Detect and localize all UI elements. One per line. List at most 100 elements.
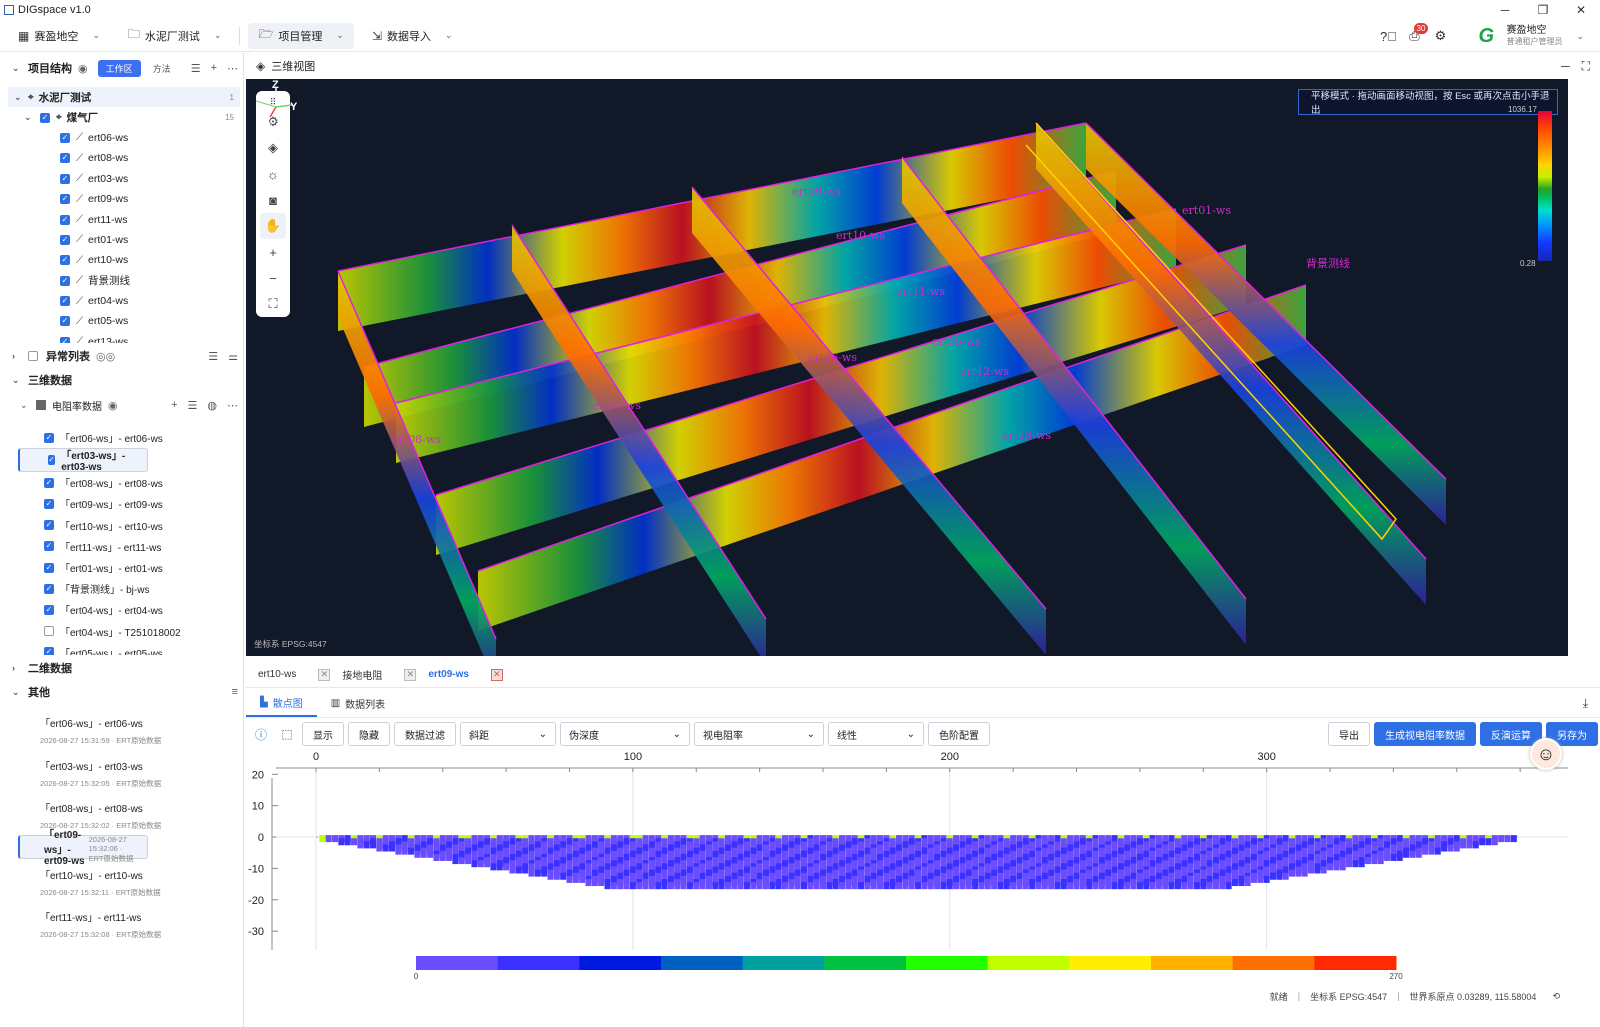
history-item[interactable]: 「ert11-ws」- ert11-ws 2026-08-27 15:32:08 …	[14, 901, 242, 944]
tree-line-item[interactable]: ✓ ⟋ ert10-ws	[8, 250, 240, 270]
tree-line-item[interactable]: ✓ ⟋ ert05-ws	[8, 311, 240, 331]
export-button[interactable]: 导出	[1328, 722, 1370, 746]
resistivity-header[interactable]: ⌄ 电阻率数据 ◉ + ☰ ◍ ⋯	[8, 393, 243, 417]
notification-icon[interactable]: ⎙ 30	[1402, 23, 1429, 48]
line-checkbox[interactable]: ✓	[60, 275, 70, 286]
filter-list-icon[interactable]: ☰	[188, 399, 198, 412]
tab-workspace[interactable]: 工作区	[97, 59, 141, 77]
line-checkbox[interactable]: ✓	[60, 194, 70, 205]
item-checkbox[interactable]: ✓	[44, 498, 54, 509]
3d-scene[interactable]	[246, 79, 1568, 656]
chevron-down-icon[interactable]: ⌄	[12, 687, 22, 698]
inversion-button[interactable]: 反演运算	[1480, 722, 1542, 746]
menu-icon[interactable]: ≡	[232, 686, 238, 698]
download-icon[interactable]: ⤓	[1583, 696, 1588, 711]
minimize-icon[interactable]: ─	[1561, 59, 1570, 74]
chevron-right-icon[interactable]: ›	[12, 663, 22, 673]
tree-line-item[interactable]: ✓ ⟋ ert03-ws	[8, 169, 240, 189]
doc-tab[interactable]: ert09-ws ✕	[428, 668, 503, 681]
anomaly-checkbox[interactable]	[28, 351, 38, 361]
zoom-in-icon[interactable]: +	[260, 239, 286, 265]
menu-project[interactable]: 🗀 水泥厂测试 ⌄	[118, 23, 232, 49]
tree-line-item[interactable]: ✓ ⟋ ert13-ws	[8, 332, 240, 343]
tab-scatter[interactable]: ▙ 散点图	[246, 689, 317, 717]
line-checkbox[interactable]: ✓	[60, 173, 70, 184]
item-checkbox[interactable]: ✓	[44, 541, 54, 552]
value-select[interactable]: 视电阻率 ⌄	[694, 722, 824, 746]
line-checkbox[interactable]: ✓	[60, 255, 70, 266]
menu-data-import[interactable]: ⇲ 数据导入 ⌄	[362, 23, 463, 49]
add-icon[interactable]: +	[171, 399, 177, 412]
line-checkbox[interactable]: ✓	[60, 132, 70, 143]
layers-eye-icon[interactable]: ◎◎	[96, 350, 115, 363]
pseudosection-svg[interactable]: 0 100 200 30020100-10-20-300 270	[246, 750, 1568, 986]
history-item[interactable]: 「ert03-ws」- ert03-ws 2026-08-27 15:32:05 …	[14, 750, 242, 793]
close-icon[interactable]: ✕	[318, 668, 331, 681]
line-checkbox[interactable]: ✓	[60, 153, 70, 164]
item-checkbox[interactable]: ✓	[44, 583, 54, 594]
select-box-icon[interactable]: ⬚	[276, 727, 298, 741]
resistivity-checkbox[interactable]	[36, 400, 46, 410]
item-checkbox[interactable]: ✓	[44, 432, 54, 443]
menu-company[interactable]: ▦ 赛盈地空 ⌄	[8, 23, 110, 49]
pseudosection-plot[interactable]: 0 100 200 300 20 10 0 -10 -20 -30 0 270	[246, 750, 1568, 986]
history-item[interactable]: 「ert09-ws」- ert09-ws 2026-08-27 15:32:06 …	[18, 830, 148, 867]
menu-project-management[interactable]: 🗁 项目管理 ⌄	[248, 22, 354, 49]
anomaly-list-header[interactable]: › 异常列表 ◎◎ ☰ ⚌	[0, 344, 243, 368]
resistivity-item[interactable]: ✓ 「ert05-ws」- ert05-ws	[14, 642, 236, 655]
site-checkbox[interactable]: ✓	[40, 112, 50, 123]
doc-tab[interactable]: ert10-ws ✕	[258, 668, 331, 681]
fit-view-icon[interactable]: ⛶	[260, 291, 286, 317]
tree-line-item[interactable]: ✓ ⟋ ert06-ws	[8, 128, 240, 148]
fullscreen-icon[interactable]: ⛶	[1582, 59, 1590, 74]
tree-line-item[interactable]: ✓ ⟋ 背景测线	[8, 271, 240, 291]
more-icon[interactable]: ⋯	[227, 62, 238, 75]
hide-button[interactable]: 隐藏	[348, 722, 390, 746]
line-checkbox[interactable]: ✓	[60, 234, 70, 245]
project-structure-header[interactable]: ⌄ 项目结构 ◉ 工作区 方法 ☰ + ⋯	[0, 56, 243, 80]
tree-line-item[interactable]: ✓ ⟋ ert09-ws	[8, 189, 240, 209]
line-checkbox[interactable]: ✓	[60, 336, 70, 343]
scale-select[interactable]: 线性 ⌄	[828, 722, 924, 746]
tree-line-item[interactable]: ✓ ⟋ ert11-ws	[8, 209, 240, 229]
filter-list-icon[interactable]: ☰	[208, 350, 218, 363]
resistivity-item[interactable]: ✓ 「ert06-ws」- ert06-ws	[14, 427, 236, 448]
item-checkbox[interactable]: ✓	[44, 604, 54, 615]
sun-icon[interactable]: ☼	[260, 161, 286, 187]
chevron-down-icon[interactable]: ⌄	[8, 92, 28, 103]
sliders-icon[interactable]: ⚌	[228, 350, 238, 363]
user-info[interactable]: 赛盈地空 普通租户管理员	[1506, 25, 1562, 47]
chevron-down-icon[interactable]: ⌄	[12, 63, 22, 74]
doc-tab[interactable]: 接地电阻 ✕	[342, 667, 417, 682]
3d-data-header[interactable]: ⌄ 三维数据	[0, 368, 243, 392]
tab-data-list[interactable]: ▥ 数据列表	[317, 689, 399, 717]
x-axis-select[interactable]: 斜距 ⌄	[460, 722, 556, 746]
generate-resistivity-button[interactable]: 生成视电阻率数据	[1374, 722, 1476, 746]
resistivity-item[interactable]: 「ert04-ws」- T251018002	[14, 621, 236, 642]
assistant-avatar[interactable]: ☺	[1530, 738, 1562, 770]
tab-method[interactable]: 方法	[153, 62, 171, 75]
resistivity-item[interactable]: ✓ 「ert09-ws」- ert09-ws	[14, 493, 236, 514]
chevron-down-icon[interactable]: ⌄	[20, 400, 30, 411]
more-icon[interactable]: ⋯	[227, 399, 238, 412]
resistivity-item[interactable]: ✓ 「背景测线」- bj-ws	[14, 578, 236, 599]
3d-viewport[interactable]: ert09-ws ert10-ws ert11-ws ert06-ws ert07-ws…	[246, 79, 1568, 656]
line-checkbox[interactable]: ✓	[60, 296, 70, 307]
camera-icon[interactable]: ◙	[260, 187, 286, 213]
hand-icon[interactable]: ✋	[260, 213, 286, 239]
tree-line-item[interactable]: ✓ ⟋ ert04-ws	[8, 291, 240, 311]
resistivity-item[interactable]: ✓ 「ert01-ws」- ert01-ws	[14, 557, 236, 578]
other-header[interactable]: ⌄ 其他 ≡	[0, 680, 243, 704]
item-checkbox[interactable]: ✓	[44, 562, 54, 573]
history-item[interactable]: 「ert06-ws」- ert06-ws 2026-08-27 15:31:59 …	[14, 707, 242, 750]
tree-root[interactable]: ⌄ ⌖ 水泥厂测试 1	[8, 87, 240, 108]
gear-icon[interactable]: ⚙	[1428, 24, 1452, 48]
color-config-button[interactable]: 色阶配置	[928, 722, 990, 746]
chevron-down-icon[interactable]: ⌄	[8, 112, 34, 123]
chevron-down-icon[interactable]: ⌄	[1576, 31, 1584, 42]
close-icon[interactable]: ✕	[404, 668, 417, 681]
data-filter-button[interactable]: 数据过滤	[394, 722, 456, 746]
item-checkbox[interactable]: ✓	[48, 455, 56, 466]
close-icon[interactable]: ✕	[490, 668, 503, 681]
show-button[interactable]: 显示	[302, 722, 344, 746]
